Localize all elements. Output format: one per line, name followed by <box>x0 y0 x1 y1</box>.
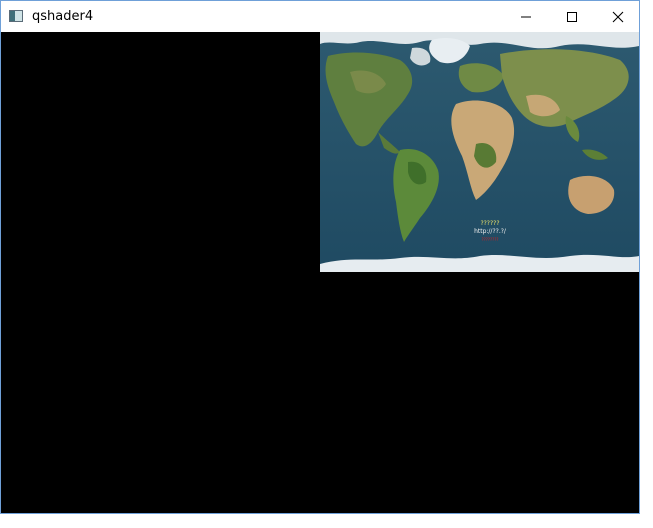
minimize-button[interactable] <box>503 1 549 32</box>
app-window-icon <box>9 10 23 22</box>
app-window: qshader4 ?????? http://??.?/ ???????? <box>0 0 640 514</box>
world-map-texture: ?????? http://??.?/ ???????? <box>320 32 639 272</box>
maximize-icon <box>567 11 577 22</box>
close-icon <box>612 11 624 22</box>
map-caption-title: ?????? <box>480 220 500 227</box>
window-title: qshader4 <box>32 9 94 24</box>
map-caption: ?????? http://??.?/ ???????? <box>435 220 545 244</box>
close-button[interactable] <box>595 1 641 32</box>
maximize-button[interactable] <box>549 1 595 32</box>
map-caption-url: http://??.?/ <box>474 228 506 235</box>
minimize-icon <box>521 16 531 17</box>
title-bar[interactable]: qshader4 <box>1 1 639 32</box>
render-viewport[interactable]: ?????? http://??.?/ ???????? <box>1 32 639 513</box>
map-caption-note: ???????? <box>481 237 499 242</box>
